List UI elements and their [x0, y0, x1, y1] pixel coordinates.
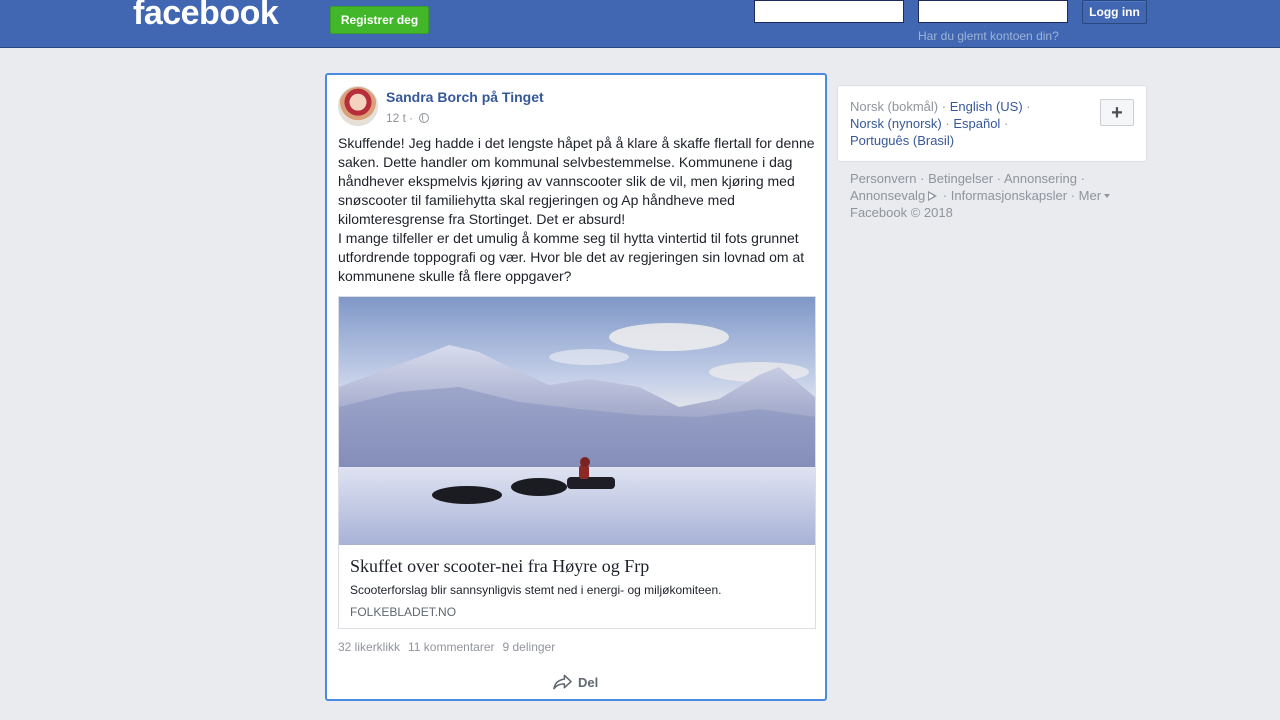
snowy-mountain-scene [339, 297, 815, 545]
post-card: Sandra Borch på Tinget 12 t · Skuffende!… [325, 73, 827, 701]
post-timestamp[interactable]: 12 t [386, 111, 406, 125]
post-stats: 32 likerklikk 11 kommentarer 9 delinger [338, 640, 555, 654]
link-preview-image[interactable] [339, 297, 815, 545]
author-avatar[interactable] [338, 86, 378, 126]
footer-more-link[interactable]: Mer [1078, 188, 1111, 203]
facebook-logo[interactable]: facebook [133, 0, 279, 33]
footer-adchoices-label: Annonsevalg [850, 188, 926, 203]
comments-count[interactable]: 11 kommentarer [408, 640, 494, 654]
share-arrow-icon [553, 674, 572, 690]
language-current: Norsk (bokmål) [850, 99, 939, 114]
copyright: Facebook © 2018 [850, 205, 953, 220]
post-paragraph: Skuffende! Jeg hadde i det lengste håpet… [338, 135, 815, 227]
footer-advertising-link[interactable]: Annonsering [1004, 171, 1077, 186]
footer-privacy-link[interactable]: Personvern [850, 171, 916, 186]
language-selector: Norsk (bokmål) · English (US) · Norsk (n… [837, 85, 1147, 162]
language-option[interactable]: Norsk (nynorsk) [850, 116, 942, 131]
password-field[interactable] [918, 0, 1068, 23]
caret-down-icon [1104, 194, 1111, 198]
adchoices-icon [928, 191, 938, 201]
link-preview-title[interactable]: Skuffet over scooter-nei fra Høyre og Fr… [350, 556, 649, 577]
post-body: Skuffende! Jeg hadde i det lengste håpet… [338, 134, 816, 286]
footer-cookies-link[interactable]: Informasjonskapsler [951, 188, 1067, 203]
shares-count[interactable]: 9 delinger [503, 640, 556, 654]
footer-links: Personvern · Betingelser · Annonsering ·… [850, 170, 1140, 221]
footer-terms-link[interactable]: Betingelser [928, 171, 993, 186]
meta-separator: · [409, 111, 414, 125]
language-option[interactable]: Español [953, 116, 1000, 131]
language-option[interactable]: English (US) [950, 99, 1023, 114]
footer-more-label: Mer [1078, 188, 1102, 203]
author-name[interactable]: Sandra Borch på Tinget [386, 89, 544, 105]
login-button[interactable]: Logg inn [1082, 0, 1147, 24]
post-paragraph: I mange tilfeller er det umulig å komme … [338, 230, 805, 284]
globe-icon[interactable] [419, 113, 430, 123]
footer-adchoices-link[interactable]: Annonsevalg [850, 188, 939, 203]
top-navigation-bar: facebook Registrer deg Logg inn Har du g… [0, 0, 1280, 48]
post-meta: 12 t · [386, 111, 430, 125]
link-preview-domain: FOLKEBLADET.NO [350, 605, 457, 619]
share-label: Del [578, 674, 599, 690]
forgot-account-link[interactable]: Har du glemt kontoen din? [918, 29, 1059, 43]
share-button[interactable]: Del [553, 671, 613, 693]
language-option[interactable]: Português (Brasil) [850, 133, 954, 148]
link-preview[interactable]: Skuffet over scooter-nei fra Høyre og Fr… [338, 296, 816, 629]
language-list: Norsk (bokmål) · English (US) · Norsk (n… [850, 99, 1031, 148]
likes-count[interactable]: 32 likerklikk [338, 640, 400, 654]
email-field[interactable] [754, 0, 904, 23]
link-preview-description: Scooterforslag blir sannsynligvis stemt … [350, 583, 722, 597]
more-languages-button[interactable]: + [1100, 99, 1134, 126]
register-button[interactable]: Registrer deg [330, 6, 429, 34]
